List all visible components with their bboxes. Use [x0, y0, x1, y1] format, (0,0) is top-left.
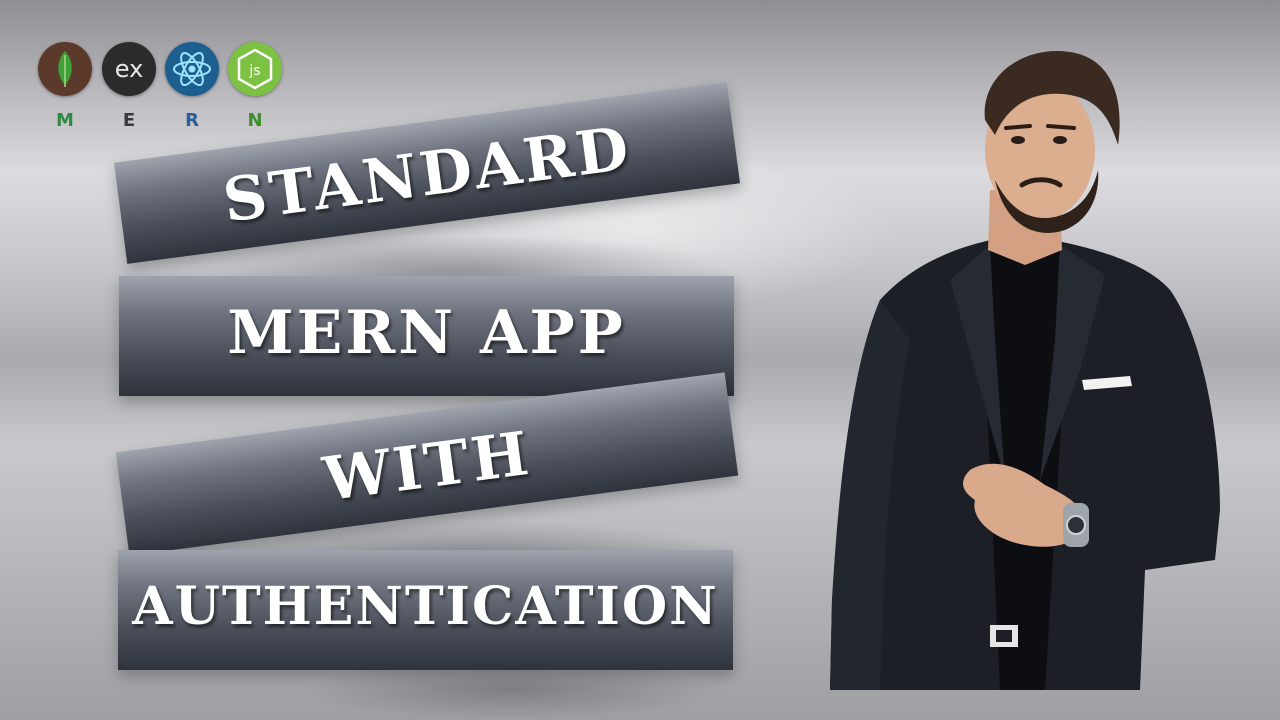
mern-letter-m: M: [56, 110, 74, 131]
mongodb-leaf-icon: [38, 42, 92, 96]
title-line-with: WITH: [319, 418, 536, 516]
express-icon: ex: [102, 42, 156, 96]
nodejs-icon-text: js: [248, 63, 260, 79]
title-line-mern-app: MERN APP: [227, 298, 626, 368]
mern-letter-e: E: [122, 110, 136, 131]
express-icon-text: ex: [114, 55, 144, 83]
title-banner-authentication: AUTHENTICATION: [118, 550, 733, 670]
mern-letter-n: N: [247, 110, 263, 131]
react-atom-icon: [165, 42, 219, 96]
mern-letter-r: R: [185, 110, 199, 131]
presenter-photo: [810, 40, 1230, 690]
nodejs-hexagon-icon: js: [228, 42, 282, 96]
mern-logo-row: M ex E R js N: [38, 42, 288, 134]
title-line-authentication: AUTHENTICATION: [132, 576, 719, 637]
title-banner-mern-app: MERN APP: [119, 276, 734, 396]
